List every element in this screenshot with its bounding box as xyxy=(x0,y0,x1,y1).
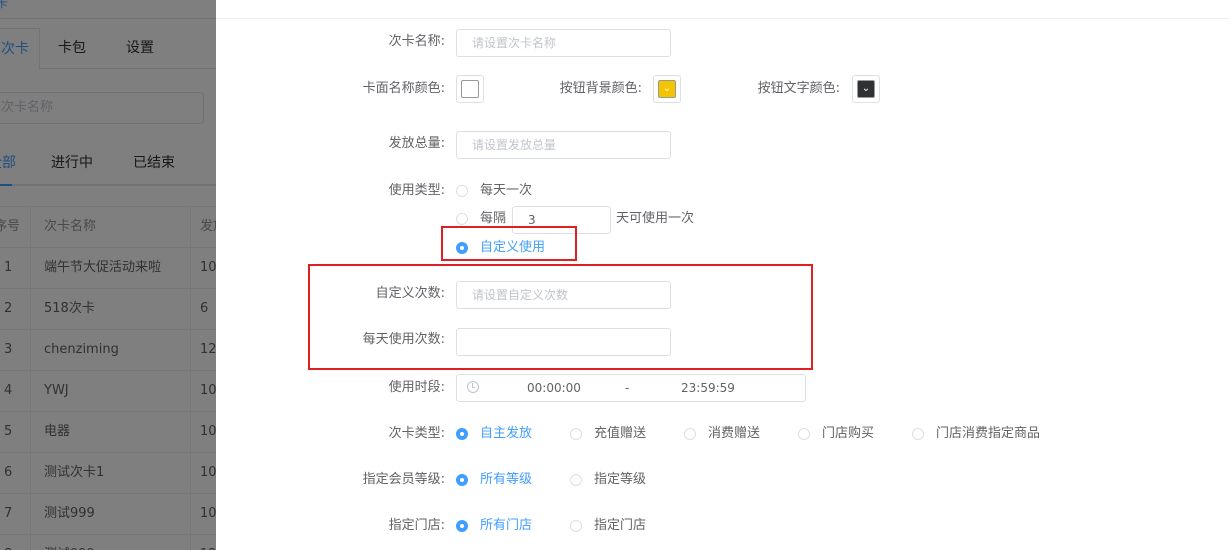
usage-period-time-range[interactable]: 00:00:00 - 23:59:59 xyxy=(456,374,806,402)
button-bg-color-label: 按钮背景颜色: xyxy=(559,81,642,96)
face-name-color-label: 卡面名称颜色: xyxy=(362,81,445,96)
highlight-box-custom-usage xyxy=(441,226,577,261)
radio-circle xyxy=(570,428,582,440)
background-page: 卡 次卡 卡包 设置 次卡名称 全部 进行中 已结束 序号 次卡名称 发放 1端… xyxy=(0,0,216,550)
radio-label: 门店消费指定商品 xyxy=(936,426,1041,441)
card-type-label: 次卡类型: xyxy=(388,426,445,441)
radio-label: 所有等级 xyxy=(480,472,533,487)
radio-label: 门店购买 xyxy=(822,426,875,441)
radio-circle xyxy=(456,185,468,197)
card-name-input[interactable]: 请设置次卡名称 xyxy=(456,29,671,57)
total-issue-input[interactable]: 请设置发放总量 xyxy=(456,131,671,159)
radio-circle xyxy=(912,428,924,440)
clock-icon xyxy=(467,381,479,393)
radio-circle xyxy=(456,520,468,532)
total-issue-placeholder: 请设置发放总量 xyxy=(472,138,557,152)
highlight-box-count-fields xyxy=(308,264,813,370)
drawer-header xyxy=(216,0,1229,19)
total-issue-label: 发放总量: xyxy=(388,136,445,151)
radio-label: 指定等级 xyxy=(594,472,647,487)
radio-circle xyxy=(456,213,468,225)
radio-label: 每天一次 xyxy=(480,183,533,198)
radio-circle xyxy=(456,428,468,440)
edit-card-drawer: 次卡名称: 请设置次卡名称 卡面名称颜色: 按钮背景颜色: ⌄ 按钮文字颜色: … xyxy=(216,0,1229,550)
time-end[interactable]: 23:59:59 xyxy=(681,375,735,401)
usage-type-label: 使用类型: xyxy=(388,183,445,198)
stores-label: 指定门店: xyxy=(388,518,445,533)
radio-label: 自主发放 xyxy=(480,426,533,441)
time-start[interactable]: 00:00:00 xyxy=(527,375,581,401)
button-text-color-swatch: ⌄ xyxy=(857,80,875,98)
radio-label: 消费赠送 xyxy=(708,426,761,441)
radio-circle xyxy=(684,428,696,440)
modal-overlay[interactable] xyxy=(0,0,216,550)
radio-circle xyxy=(456,474,468,486)
usage-period-label: 使用时段: xyxy=(388,380,445,395)
chevron-down-icon: ⌄ xyxy=(861,83,871,94)
button-text-color-picker[interactable]: ⌄ xyxy=(852,75,880,103)
button-text-color-label: 按钮文字颜色: xyxy=(757,81,840,96)
radio-label: 充值赠送 xyxy=(594,426,647,441)
radio-label: 所有门店 xyxy=(480,518,533,533)
card-name-placeholder: 请设置次卡名称 xyxy=(472,36,557,50)
interval-suffix: 天可使用一次 xyxy=(616,211,695,226)
card-name-label: 次卡名称: xyxy=(388,34,445,49)
radio-circle xyxy=(570,520,582,532)
time-separator: - xyxy=(625,381,630,395)
radio-label: 指定门店 xyxy=(594,518,647,533)
radio-circle xyxy=(798,428,810,440)
member-level-label: 指定会员等级: xyxy=(362,472,445,487)
radio-circle xyxy=(570,474,582,486)
